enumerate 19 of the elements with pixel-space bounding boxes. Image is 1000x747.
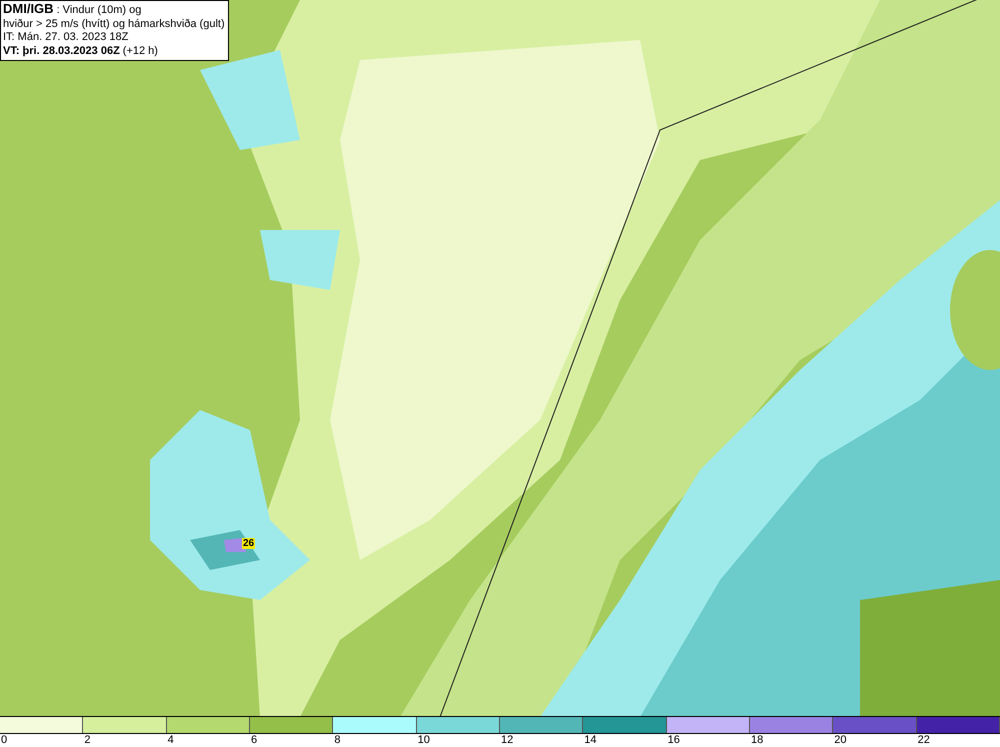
issue-time: IT: Mán. 27. 03. 2023 18Z xyxy=(3,31,128,43)
legend-tick-label: 18 xyxy=(750,734,764,746)
legend-tick-label: 10 xyxy=(418,734,430,746)
gust-value-label: 26 xyxy=(242,538,256,549)
legend-tick-label: 14 xyxy=(584,734,597,746)
forecast-offset: (+12 h) xyxy=(122,44,158,56)
legend-tick-label: 4 xyxy=(168,734,174,746)
legend-tick-label: 2 xyxy=(84,734,90,746)
legend-tick-label: 20 xyxy=(834,734,847,746)
legend-tick-label: 16 xyxy=(668,734,680,746)
legend-tick-label: 8 xyxy=(334,734,340,746)
legend-tick-label: 12 xyxy=(500,734,514,746)
brand-label: DMI/IGB xyxy=(3,1,54,16)
chart-title: : Vindur (10m) og xyxy=(56,4,142,16)
legend-tick-label: 0 xyxy=(1,734,8,746)
legend-tick-label: 22 xyxy=(918,734,930,746)
legend-tick-label: 6 xyxy=(250,734,258,746)
chart-subtitle: hviður > 25 m/s (hvítt) og hámarkshviða (gult) xyxy=(3,18,225,30)
valid-time: VT: þri. 28.03.2023 06Z xyxy=(3,44,120,56)
